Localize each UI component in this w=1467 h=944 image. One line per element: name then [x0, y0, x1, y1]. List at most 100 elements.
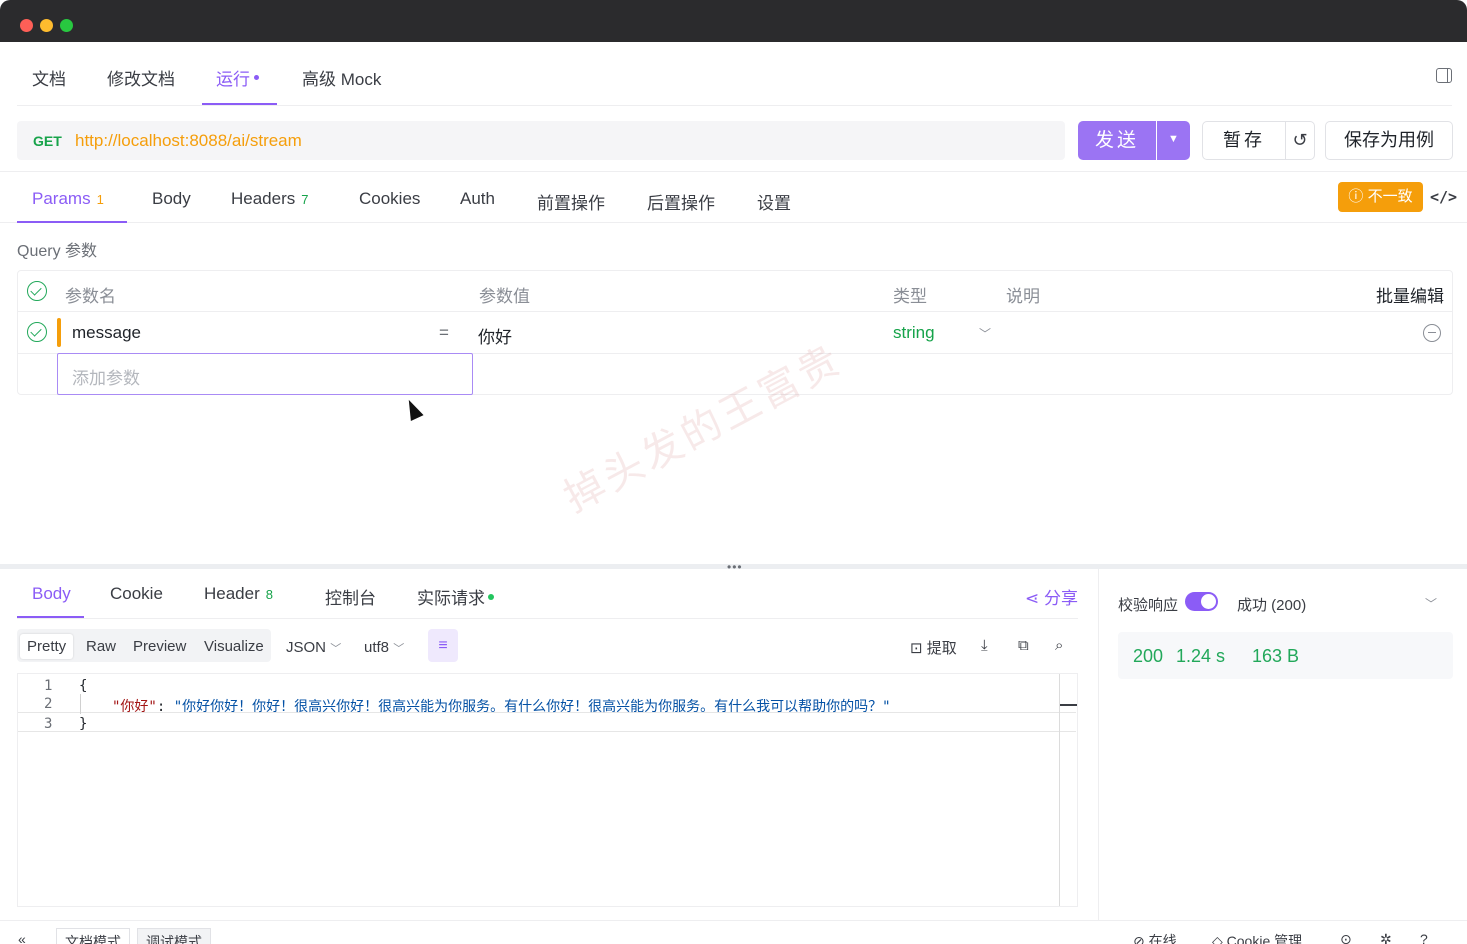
extract-icon: ⊡ — [910, 640, 927, 657]
word-wrap-icon[interactable]: ≡ — [428, 629, 458, 662]
extract-button[interactable]: ⊡ 提取 — [910, 637, 957, 658]
row-enabled-check-icon[interactable] — [27, 322, 47, 342]
encoding-select[interactable]: utf8 ﹀ — [364, 639, 404, 656]
tab-pre-actions[interactable]: 前置操作 — [537, 189, 605, 214]
response-panel: Body Cookie Header 8 控制台 实际请求 ⋖ 分享 Pretty… — [0, 569, 1098, 920]
equals-sign: = — [439, 323, 449, 342]
tab-auth[interactable]: Auth — [460, 189, 495, 209]
validate-response-label: 校验响应 — [1118, 597, 1179, 614]
resp-tab-actual-request[interactable]: 实际请求 — [417, 584, 494, 609]
col-param-value: 参数值 — [479, 287, 530, 306]
json-colon: : — [156, 699, 174, 715]
validation-chevron-down-icon[interactable]: ﹀ — [1425, 595, 1437, 612]
response-time: 1.24 s — [1176, 646, 1226, 666]
code-line-1: { — [79, 678, 88, 694]
line-number: 2 — [44, 696, 53, 712]
view-preview[interactable]: Preview — [126, 634, 193, 659]
tab-params[interactable]: Params 1 — [32, 189, 104, 209]
reset-icon[interactable]: ↺ — [1285, 121, 1315, 160]
mismatch-label: 不一致 — [1367, 188, 1413, 205]
online-label: 在线 — [1148, 933, 1177, 944]
format-chevron-down-icon: ﹀ — [330, 643, 342, 655]
view-pretty[interactable]: Pretty — [20, 634, 74, 659]
maximize-window-button[interactable] — [60, 19, 73, 32]
tab-edit-doc[interactable]: 修改文档 — [107, 65, 175, 90]
tab-cookies[interactable]: Cookies — [359, 189, 420, 209]
resp-tab-cookie[interactable]: Cookie — [110, 584, 163, 604]
param-value-input[interactable]: 你好 — [478, 323, 512, 348]
tab-headers[interactable]: Headers 7 — [231, 189, 309, 209]
http-method[interactable]: GET — [33, 133, 62, 149]
select-all-check-icon[interactable] — [27, 281, 47, 301]
cookie-manager[interactable]: ◇ Cookie 管理 — [1212, 931, 1302, 944]
params-count-badge: 1 — [96, 192, 104, 207]
url-input[interactable]: http://localhost:8088/ai/stream — [75, 131, 302, 151]
response-code-editor[interactable]: 1 2 3 { "你好": "你好你好！你好！很高兴你好！很高兴能为你服务。有什… — [17, 673, 1078, 907]
view-mode-segment: Pretty Raw Preview Visualize — [17, 629, 271, 662]
tab-run[interactable]: 运行 — [216, 65, 259, 90]
upload-icon[interactable]: ⊙ — [1340, 931, 1352, 944]
json-key: "你好" — [112, 699, 157, 715]
table-header-row: 参数名 参数值 类型 说明 批量编辑 — [18, 271, 1452, 312]
validation-result[interactable]: 成功 (200) — [1237, 594, 1306, 615]
indent-guide — [80, 694, 81, 714]
stash-button[interactable]: 暂存 — [1202, 121, 1286, 160]
url-bar[interactable]: GET http://localhost:8088/ai/stream — [17, 121, 1065, 160]
encoding-value: utf8 — [364, 639, 390, 656]
bulk-edit-link[interactable]: 批量编辑 — [1376, 282, 1444, 307]
close-window-button[interactable] — [20, 19, 33, 32]
tab-params-label: Params — [32, 189, 91, 208]
validate-toggle[interactable] — [1185, 592, 1218, 611]
tab-post-actions[interactable]: 后置操作 — [647, 189, 715, 214]
collapse-chevron-left-icon[interactable]: « — [18, 931, 26, 944]
tab-settings[interactable]: 设置 — [757, 189, 791, 214]
view-raw[interactable]: Raw — [79, 634, 123, 659]
doc-mode-tab[interactable]: 文档模式 — [56, 928, 130, 944]
save-as-case-button[interactable]: 保存为用例 — [1325, 121, 1453, 160]
col-description: 说明 — [1006, 287, 1040, 306]
share-label: 分享 — [1044, 589, 1078, 608]
params-tab-indicator — [17, 221, 127, 223]
copy-icon[interactable]: ⧉ — [1018, 637, 1029, 654]
status-code: 200 — [1133, 646, 1164, 666]
resp-tab-body[interactable]: Body — [32, 584, 71, 604]
col-param-name: 参数名 — [65, 287, 116, 306]
view-visualize[interactable]: Visualize — [197, 634, 271, 659]
tab-doc[interactable]: 文档 — [32, 65, 66, 90]
tab-advanced-mock[interactable]: 高级 Mock — [302, 65, 381, 90]
send-options-chevron-down-icon[interactable]: ▼ — [1157, 121, 1190, 160]
mouse-cursor-icon — [402, 396, 424, 422]
cookie-icon: ◇ — [1212, 933, 1227, 944]
search-icon[interactable]: ⌕ — [1055, 637, 1063, 654]
format-select[interactable]: JSON ﹀ — [286, 639, 341, 656]
query-section-title: Query 参数 — [17, 243, 98, 260]
resp-tab-console[interactable]: 控制台 — [325, 584, 376, 609]
param-type-select[interactable]: string — [893, 323, 935, 343]
sidebar-toggle-icon[interactable] — [1436, 68, 1452, 83]
col-type: 类型 — [893, 287, 927, 306]
resp-tab-header[interactable]: Header 8 — [204, 584, 273, 604]
share-icon: ⋖ — [1025, 589, 1044, 608]
send-button[interactable]: 发送 — [1078, 121, 1156, 160]
mismatch-badge[interactable]: ⓘ 不一致 — [1338, 182, 1423, 212]
editor-scrollbar[interactable] — [1059, 674, 1060, 906]
code-snippet-icon[interactable]: </> — [1430, 188, 1457, 206]
scroll-position-marker — [1060, 704, 1077, 706]
online-status[interactable]: ⊘ 在线 — [1133, 931, 1177, 944]
share-button[interactable]: ⋖ 分享 — [1025, 584, 1078, 609]
tab-body[interactable]: Body — [152, 189, 191, 209]
help-icon[interactable]: ? — [1420, 931, 1428, 944]
settings-gear-icon[interactable]: ✲ — [1380, 931, 1392, 944]
status-dot — [488, 594, 494, 600]
tab-run-label: 运行 — [216, 70, 250, 89]
remove-row-icon[interactable] — [1423, 324, 1441, 342]
type-chevron-down-icon[interactable]: ﹀ — [979, 325, 991, 342]
minimize-window-button[interactable] — [40, 19, 53, 32]
download-icon[interactable]: ⤓ — [981, 637, 988, 654]
response-tab-bar: Body Cookie Header 8 控制台 实际请求 ⋖ 分享 — [17, 569, 1078, 619]
param-name-input[interactable]: message — [72, 323, 141, 343]
status-bar: « 文档模式 调试模式 ⊘ 在线 ◇ Cookie 管理 ⊙ ✲ ? — [0, 920, 1467, 944]
debug-mode-tab[interactable]: 调试模式 — [137, 928, 211, 944]
add-param-input[interactable]: 添加参数 — [57, 353, 473, 395]
resp-active-indicator — [17, 616, 84, 618]
